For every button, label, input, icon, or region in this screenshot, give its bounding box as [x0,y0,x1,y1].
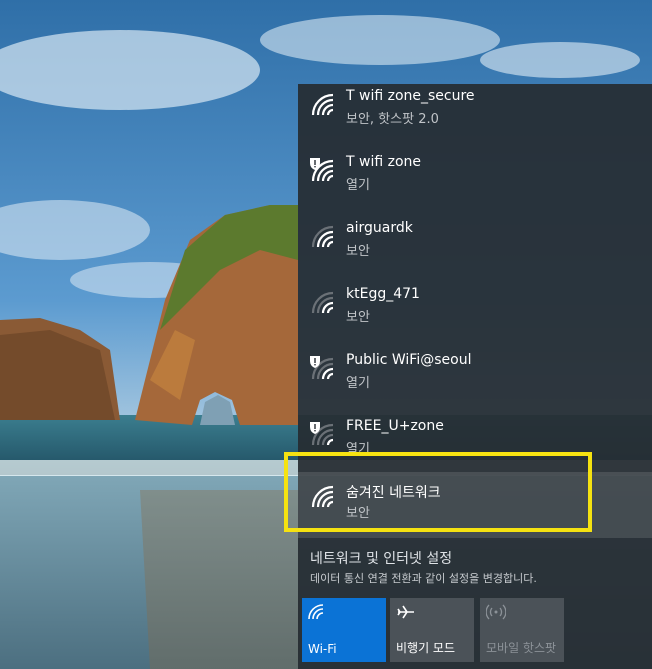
wifi-icon [311,225,334,248]
wifi-toggle-label: Wi-Fi [308,642,337,656]
wifi-open-warning-icon [310,356,334,380]
network-name: FREE_U+zone [346,418,444,434]
network-item-public-wifi-seoul[interactable]: Public WiFi@seoul 열기 [298,348,652,414]
hotspot-icon [486,604,506,620]
network-settings-description: 데이터 통신 연결 전환과 같이 설정을 변경합니다. [310,572,537,585]
network-settings-link[interactable]: 네트워크 및 인터넷 설정 [310,548,452,568]
network-name: airguardk [346,220,413,236]
airplane-mode-button[interactable]: 비행기 모드 [390,598,474,662]
network-item-ktegg-471[interactable]: ktEgg_471 보안 [298,282,652,348]
network-status: 보안 [346,310,370,325]
network-status: 열기 [346,178,370,193]
mobile-hotspot-button[interactable]: 모바일 핫스팟 [480,598,564,662]
wifi-icon [308,604,324,620]
network-name: T wifi zone [346,154,422,170]
mobile-hotspot-label: 모바일 핫스팟 [486,641,557,655]
network-status: 보안, 핫스팟 2.0 [346,112,439,127]
network-flyout: T wifi zone_secure 보안, 핫스팟 2.0 T wifi zo… [298,84,652,669]
network-name: T wifi zone_secure [346,88,475,104]
network-name: Public WiFi@seoul [346,352,472,368]
highlight-annotation-box [284,452,592,532]
network-status: 보안 [346,244,370,259]
airplane-mode-label: 비행기 모드 [396,641,456,655]
network-item-airguardk[interactable]: airguardk 보안 [298,216,652,282]
network-name: ktEgg_471 [346,286,420,302]
airplane-icon [397,605,414,619]
wifi-open-warning-icon [310,422,334,446]
wifi-toggle-button[interactable]: Wi-Fi [302,598,386,662]
network-status: 열기 [346,376,370,391]
wifi-open-warning-icon [310,158,334,182]
network-item-t-wifi-zone-secure[interactable]: T wifi zone_secure 보안, 핫스팟 2.0 [298,84,652,150]
wifi-icon [311,291,334,314]
wifi-icon [311,93,334,116]
network-item-t-wifi-zone[interactable]: T wifi zone 열기 [298,150,652,216]
